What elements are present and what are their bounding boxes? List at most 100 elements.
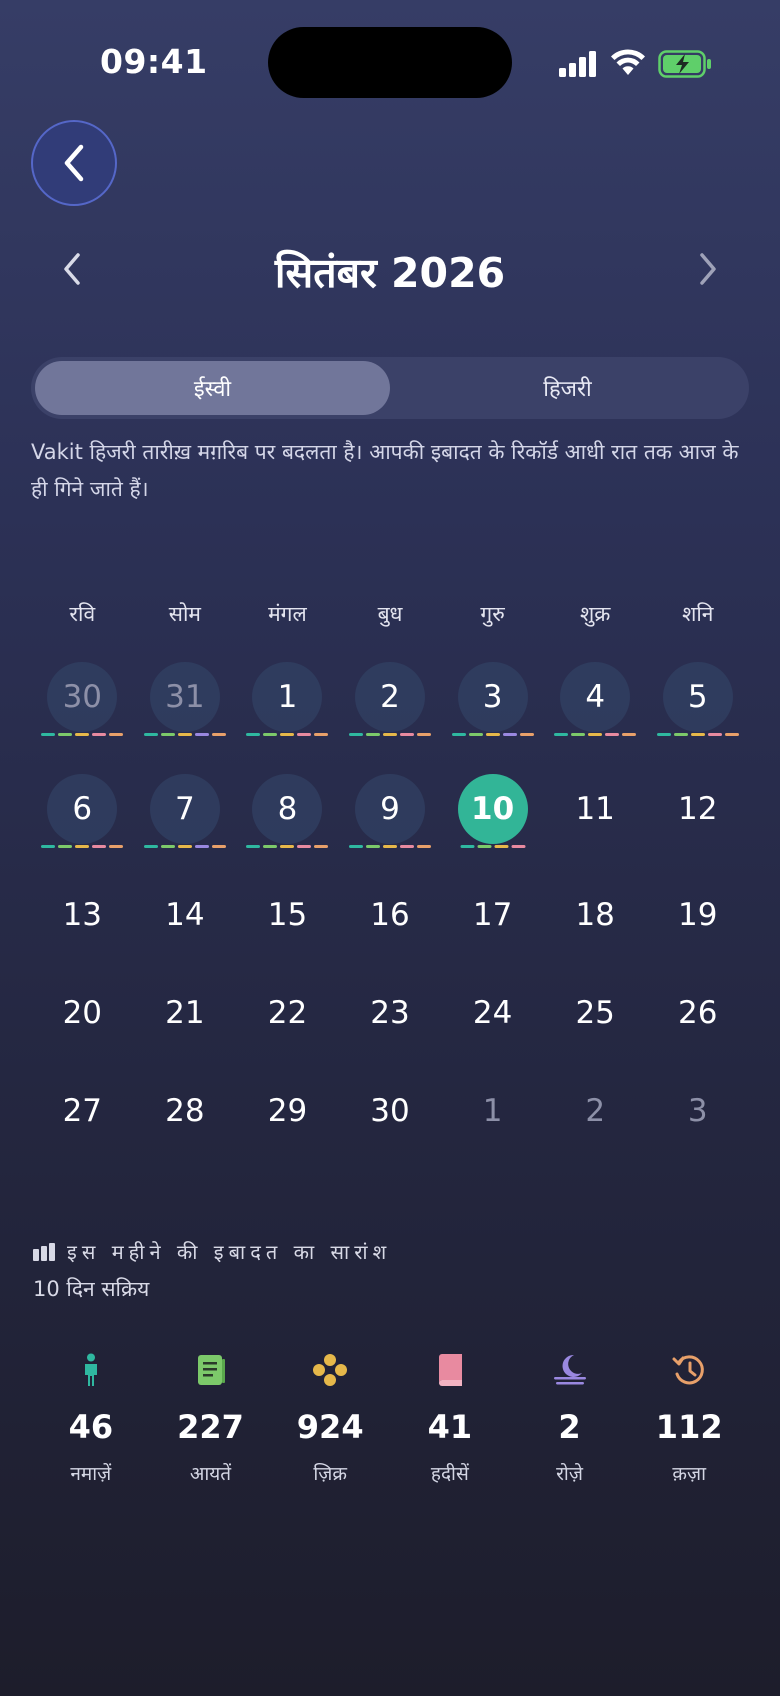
status-time: 09:41 <box>100 42 208 81</box>
calendar-day[interactable]: 12 <box>646 764 749 870</box>
activity-bar <box>349 733 364 736</box>
calendar-day[interactable]: 24 <box>441 968 544 1066</box>
activity-bar <box>314 733 329 736</box>
activity-indicators <box>143 733 226 736</box>
activity-bar <box>263 733 278 736</box>
calendar-day-number: 17 <box>472 897 513 933</box>
chevron-left-icon <box>64 144 84 182</box>
calendar-day[interactable]: 27 <box>31 1066 134 1164</box>
summary-stats: 46 नमाज़ें 227 आयतें 924 ज़िक्र 41 हदीसे… <box>31 1350 749 1486</box>
activity-bar <box>58 733 73 736</box>
calendar-day[interactable]: 1 <box>236 652 339 764</box>
calendar-day[interactable]: 15 <box>236 870 339 968</box>
calendar-day[interactable]: 25 <box>544 968 647 1066</box>
calendar-day-number: 9 <box>380 791 400 827</box>
calendar-day[interactable]: 4 <box>544 652 647 764</box>
activity-bar <box>211 845 226 848</box>
activity-bar <box>417 845 432 848</box>
stat-prayers[interactable]: 46 नमाज़ें <box>31 1350 151 1486</box>
calendar-day[interactable]: 29 <box>236 1066 339 1164</box>
calendar-day-number: 16 <box>370 897 410 933</box>
calendar-day-number: 7 <box>175 791 195 827</box>
calendar-day[interactable]: 3 <box>646 1066 749 1164</box>
calendar-day[interactable]: 6 <box>31 764 134 870</box>
activity-bar <box>246 845 261 848</box>
segment-gregorian[interactable]: ईस्वी <box>35 361 390 415</box>
stat-value: 227 <box>177 1408 244 1446</box>
calendar-day[interactable]: 2 <box>544 1066 647 1164</box>
stat-label: हदीसें <box>430 1463 469 1485</box>
activity-bar <box>314 845 329 848</box>
calendar-day[interactable]: 30 <box>339 1066 442 1164</box>
calendar-day[interactable]: 28 <box>134 1066 237 1164</box>
activity-bar <box>502 733 517 736</box>
activity-bar <box>485 733 500 736</box>
activity-bar <box>211 733 226 736</box>
activity-bar <box>109 733 124 736</box>
calendar-day[interactable]: 30 <box>31 652 134 764</box>
activity-indicators <box>41 845 124 848</box>
stat-value: 924 <box>296 1408 364 1446</box>
calendar-day[interactable]: 20 <box>31 968 134 1066</box>
calendar-day[interactable]: 17 <box>441 870 544 968</box>
stat-hadith[interactable]: 41 हदीसें <box>390 1350 510 1486</box>
calendar-day[interactable]: 3 <box>441 652 544 764</box>
summary-title-text: इस महीने की इबादत का सारांश <box>67 1240 392 1264</box>
activity-bar <box>366 845 381 848</box>
calendar-day-number: 3 <box>482 679 503 715</box>
segment-hijri[interactable]: हिजरी <box>390 361 745 415</box>
activity-bar <box>143 733 158 736</box>
calendar-day-today[interactable]: 10 <box>441 764 544 870</box>
activity-bar <box>519 733 534 736</box>
activity-indicators <box>143 845 226 848</box>
calendar-day-number: 1 <box>482 1093 503 1129</box>
activity-bar <box>571 733 586 736</box>
stat-fasts[interactable]: 2 रोज़े <box>510 1350 630 1486</box>
next-month-button[interactable] <box>688 249 728 289</box>
activity-bar <box>707 733 722 736</box>
calendar-day[interactable]: 7 <box>134 764 237 870</box>
calendar-day-number: 11 <box>575 791 615 827</box>
chevron-right-icon <box>700 253 716 285</box>
person-icon <box>71 1350 111 1390</box>
calendar-day-number: 31 <box>165 679 205 715</box>
calendar-day-number: 22 <box>267 995 308 1031</box>
stat-label: नमाज़ें <box>70 1463 112 1485</box>
activity-bar <box>673 733 688 736</box>
weekday-label: बुध <box>377 602 403 626</box>
stat-label: क़ज़ा <box>672 1463 706 1485</box>
history-icon <box>669 1350 709 1390</box>
activity-bar <box>160 733 175 736</box>
activity-indicators <box>460 845 526 848</box>
weekday-label: शुक्र <box>579 602 611 626</box>
activity-bar <box>194 845 209 848</box>
calendar-day[interactable]: 1 <box>441 1066 544 1164</box>
summary-title: इस महीने की इबादत का सारांश <box>33 1238 391 1265</box>
calendar-day[interactable]: 21 <box>134 968 237 1066</box>
stat-dhikr[interactable]: 924 ज़िक्र <box>270 1350 390 1486</box>
calendar-day[interactable]: 23 <box>339 968 442 1066</box>
weekday-label: गुरु <box>480 602 505 626</box>
calendar-day-number: 26 <box>678 995 718 1031</box>
calendar-day[interactable]: 9 <box>339 764 442 870</box>
calendar-day[interactable]: 18 <box>544 870 647 968</box>
activity-bar <box>75 733 90 736</box>
calendar-day[interactable]: 14 <box>134 870 237 968</box>
activity-bar <box>246 733 261 736</box>
calendar-day[interactable]: 16 <box>339 870 442 968</box>
calendar-day[interactable]: 22 <box>236 968 339 1066</box>
weekday-label: मंगल <box>268 602 307 626</box>
calendar-day[interactable]: 5 <box>646 652 749 764</box>
calendar-day[interactable]: 19 <box>646 870 749 968</box>
back-button[interactable] <box>31 120 117 206</box>
calendar-day[interactable]: 2 <box>339 652 442 764</box>
calendar-day[interactable]: 26 <box>646 968 749 1066</box>
calendar-day[interactable]: 31 <box>134 652 237 764</box>
stat-qaza[interactable]: 112 क़ज़ा <box>629 1350 749 1486</box>
stat-verses[interactable]: 227 आयतें <box>151 1350 271 1486</box>
calendar-day[interactable]: 8 <box>236 764 339 870</box>
calendar-day-number: 5 <box>687 679 708 715</box>
calendar-day[interactable]: 11 <box>544 764 647 870</box>
stat-value: 2 <box>558 1408 581 1446</box>
calendar-day[interactable]: 13 <box>31 870 134 968</box>
